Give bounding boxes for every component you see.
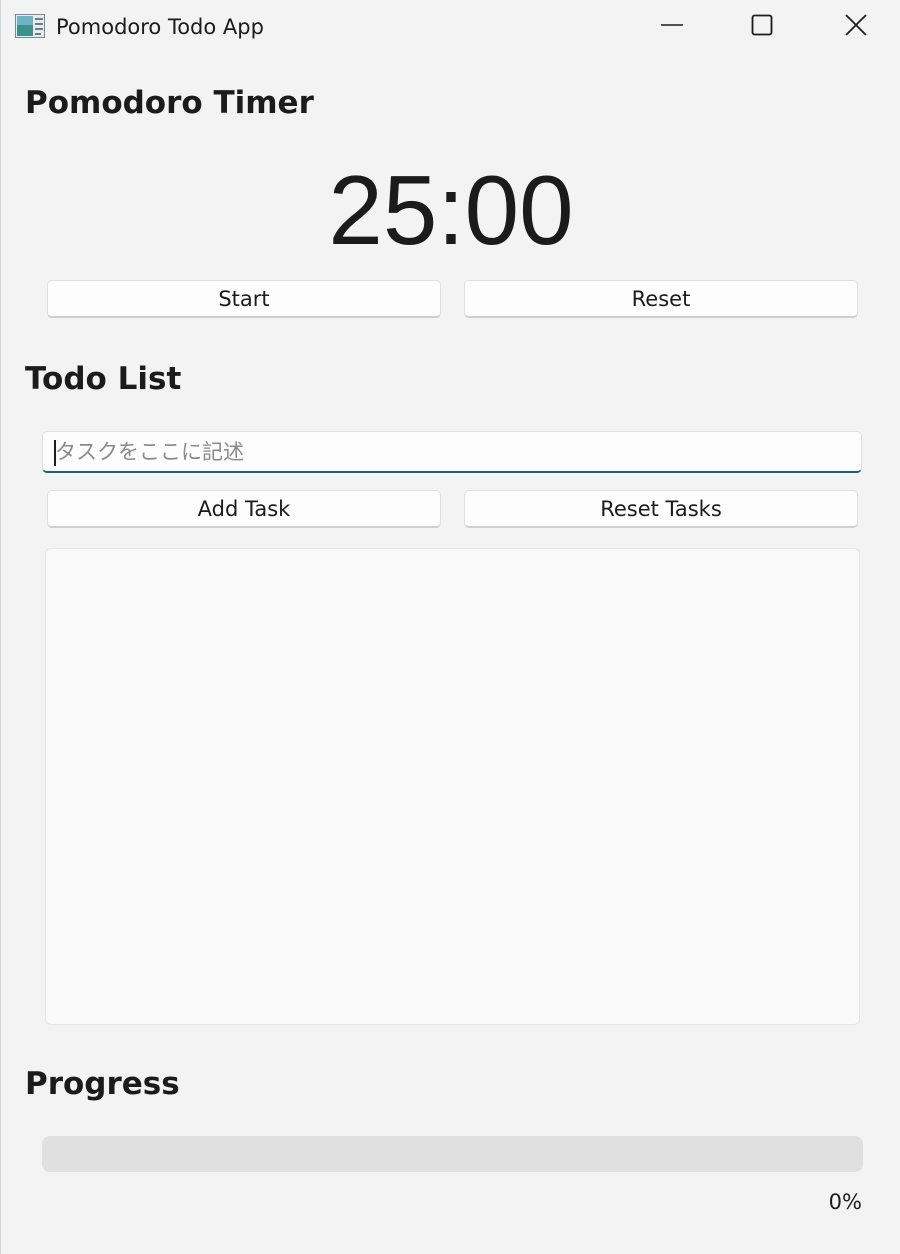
task-list[interactable] bbox=[45, 548, 860, 1025]
progress-percent: 0% bbox=[828, 1190, 862, 1214]
window-title: Pomodoro Todo App bbox=[56, 15, 264, 39]
title-bar[interactable]: Pomodoro Todo App bbox=[1, 0, 900, 56]
minimize-icon bbox=[660, 13, 684, 41]
timer-heading: Pomodoro Timer bbox=[25, 85, 314, 121]
close-button[interactable] bbox=[811, 0, 900, 54]
reset-timer-button[interactable]: Reset bbox=[464, 280, 858, 318]
add-task-button[interactable]: Add Task bbox=[47, 490, 441, 528]
timer-display: 25:00 bbox=[328, 155, 574, 265]
start-button[interactable]: Start bbox=[47, 280, 441, 318]
app-window: Pomodoro Todo App Pomodoro Timer 25:00 S… bbox=[0, 0, 900, 1254]
progress-heading: Progress bbox=[25, 1066, 180, 1102]
reset-tasks-button[interactable]: Reset Tasks bbox=[464, 490, 858, 528]
maximize-icon bbox=[750, 13, 774, 41]
minimize-button[interactable] bbox=[627, 0, 717, 54]
task-input-placeholder: タスクをここに記述 bbox=[55, 440, 244, 464]
task-input[interactable]: タスクをここに記述 bbox=[42, 431, 862, 473]
close-icon bbox=[844, 13, 868, 41]
progress-bar bbox=[42, 1136, 863, 1172]
maximize-button[interactable] bbox=[717, 0, 807, 54]
app-icon bbox=[15, 14, 45, 38]
todo-heading: Todo List bbox=[25, 361, 182, 397]
text-caret bbox=[54, 440, 56, 466]
